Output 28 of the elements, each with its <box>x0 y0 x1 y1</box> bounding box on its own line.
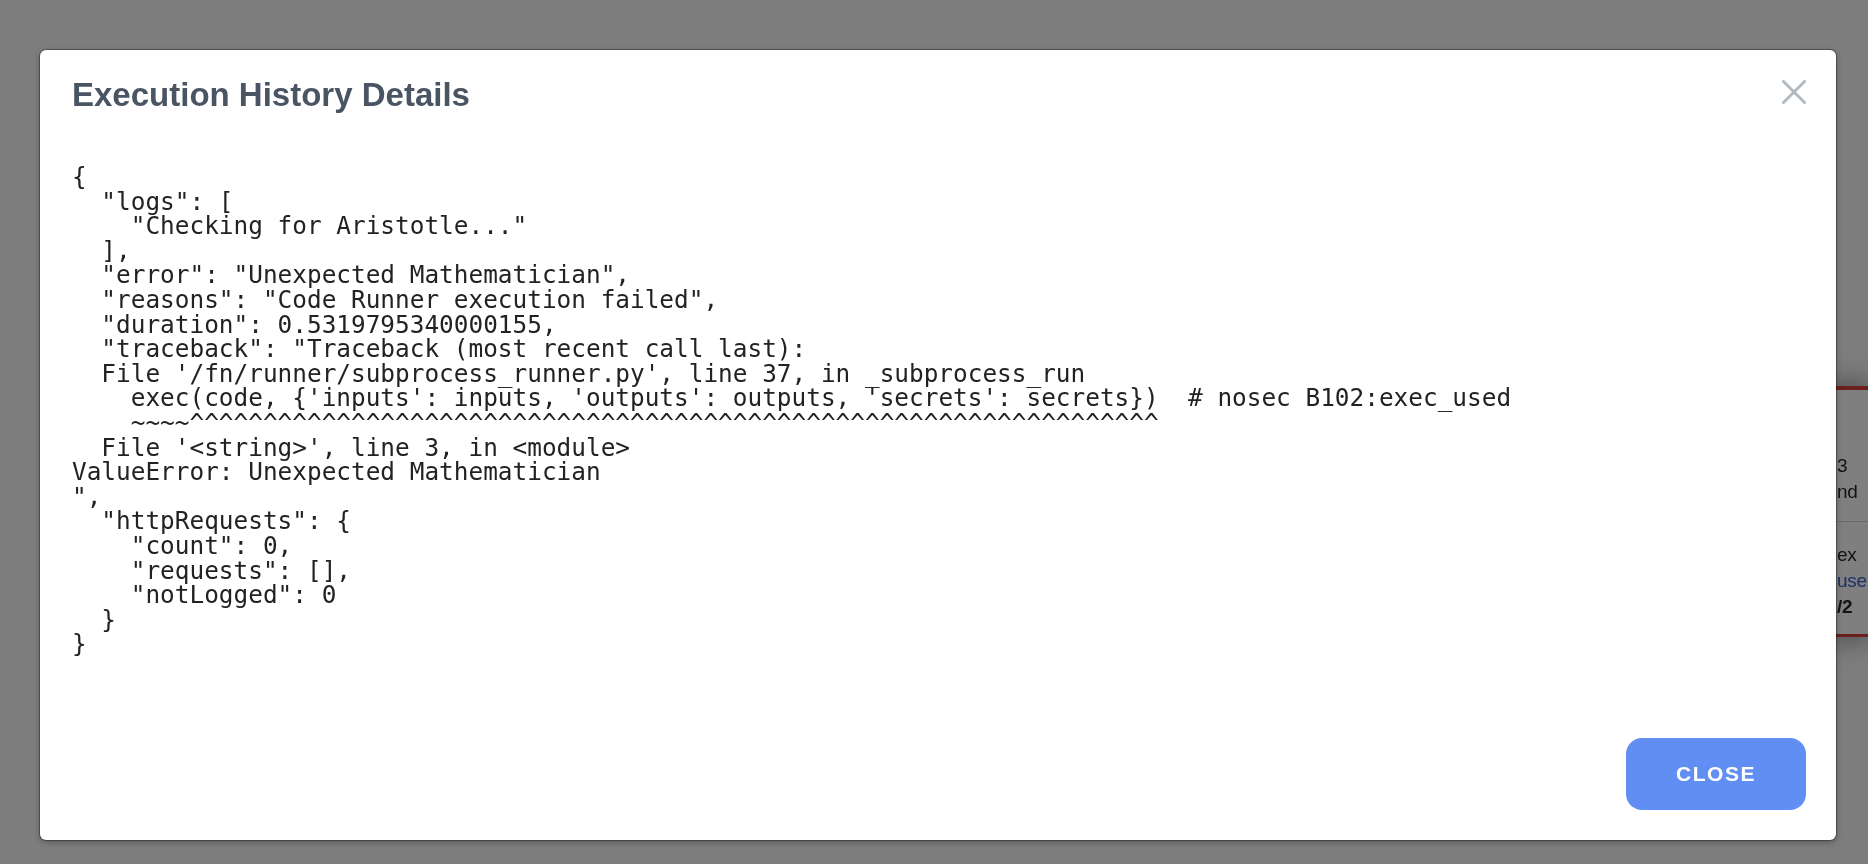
card-text: ex <box>1837 543 1858 567</box>
card-text: nd <box>1837 480 1859 504</box>
code-line: ValueError: Unexpected Mathematician <box>72 460 601 485</box>
close-icon <box>1782 80 1806 104</box>
close-button[interactable] <box>1782 80 1806 104</box>
modal-title: Execution History Details <box>72 78 470 111</box>
code-line: } <box>72 632 87 657</box>
card-text: /2 <box>1837 595 1854 619</box>
code-line: "duration": 0.5319795340000155, <box>101 312 557 338</box>
code-line: } <box>101 607 117 633</box>
code-line: "notLogged": 0 <box>130 583 337 608</box>
code-line: "httpRequests": { <box>101 509 351 534</box>
code-line: { <box>72 165 87 190</box>
code-line: "logs": [ <box>101 189 234 215</box>
code-line: "count": 0, <box>130 533 293 559</box>
code-line: ], <box>101 238 131 264</box>
card-text: 3 <box>1837 454 1849 478</box>
code-line: "Checking for Aristotle..." <box>130 214 528 239</box>
code-line: "error": "Unexpected Mathematician", <box>101 263 630 288</box>
code-line: "requests": [], <box>130 558 351 584</box>
code-line: "traceback": "Traceback (most recent call last): <box>101 337 807 362</box>
code-line: ", <box>72 484 102 510</box>
card-link[interactable]: use <box>1837 568 1868 594</box>
code-line: File '/fn/runner/subprocess_runner.py', line 37, in _subprocess_run <box>101 361 1086 387</box>
code-line: ~~~~^^^^^^^^^^^^^^^^^^^^^^^^^^^^^^^^^^^^^^^^^^^^^^^^^^^^^^^^^^^^^^^^^^ <box>130 410 1159 436</box>
code-line: "reasons": "Code Runner execution failed", <box>101 287 719 313</box>
code-line: File '<string>', line 3, in <module> <box>101 435 630 461</box>
close-button[interactable]: CLOSE <box>1626 738 1806 810</box>
